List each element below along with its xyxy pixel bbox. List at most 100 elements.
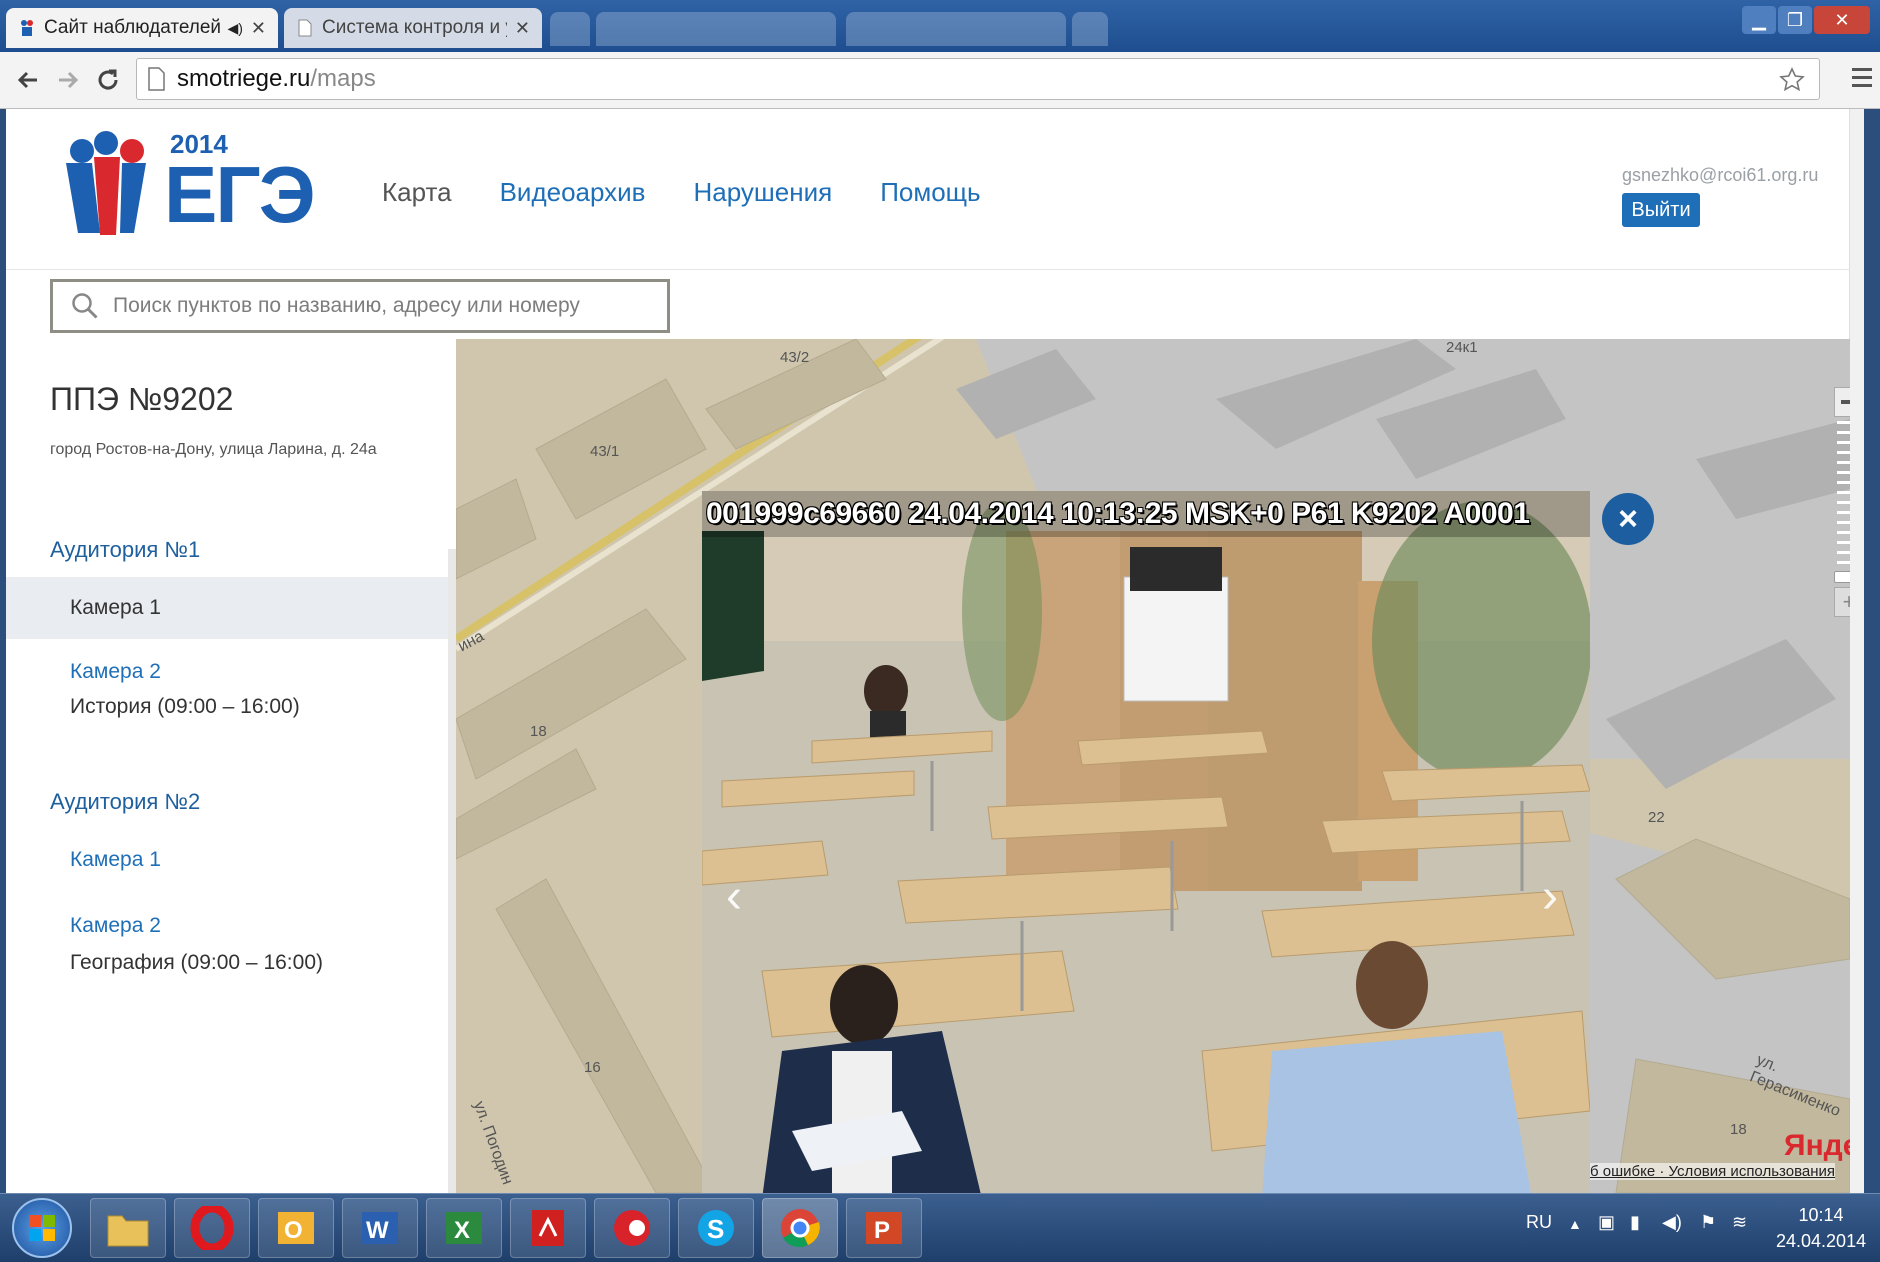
user-email: gsnezhko@rcoi61.org.ru xyxy=(1622,165,1819,185)
page-icon xyxy=(148,67,165,91)
reload-button[interactable] xyxy=(90,62,126,98)
browser-toolbar: smotriege.ru/maps xyxy=(0,52,1880,109)
menu-icon[interactable] xyxy=(1852,64,1874,92)
nav-help[interactable]: Помощь xyxy=(880,177,980,208)
acrobat-icon xyxy=(532,1210,564,1246)
yandex-logo[interactable]: Яндекс xyxy=(1784,1129,1850,1163)
address-bar[interactable]: smotriege.ru/maps xyxy=(136,58,1820,100)
outlook-icon: O xyxy=(278,1212,314,1244)
ege-logo-figures-icon xyxy=(66,131,146,235)
ege-logo[interactable]: 2014 ЕГЭ xyxy=(60,129,316,239)
minimize-button[interactable]: ▁ xyxy=(1742,6,1776,34)
taskbar-opera[interactable] xyxy=(174,1198,250,1258)
nav-violations[interactable]: Нарушения xyxy=(694,177,833,208)
tab-close-icon[interactable]: ✕ xyxy=(515,18,530,39)
url-path: /maps xyxy=(310,65,376,92)
folder-icon xyxy=(107,1215,149,1247)
sidebar-divider xyxy=(448,549,456,1193)
back-button[interactable] xyxy=(10,62,46,98)
tab-active[interactable]: Сайт наблюдателей Е ◀) ✕ xyxy=(6,8,278,48)
clock-date: 24.04.2014 xyxy=(1776,1231,1867,1251)
new-tab-button[interactable] xyxy=(1072,12,1108,46)
tab-inactive[interactable]: Система контроля и упр ✕ xyxy=(284,8,542,48)
video-close-button[interactable]: × xyxy=(1602,493,1654,545)
auditorium-2-label[interactable]: Аудитория №2 xyxy=(50,789,200,815)
flag-icon[interactable]: ⚑ xyxy=(1700,1212,1716,1233)
search-input[interactable] xyxy=(111,293,635,319)
svg-text:X: X xyxy=(454,1217,470,1244)
start-button[interactable] xyxy=(12,1198,72,1258)
tab-close-icon[interactable]: ✕ xyxy=(251,18,266,39)
svg-text:S: S xyxy=(707,1214,724,1244)
camera-video-frame[interactable]: 001999c69660 24.04.2014 10:13:25 MSK+0 P… xyxy=(702,491,1590,1193)
auditorium-2-camera-1[interactable]: Камера 1 xyxy=(6,829,448,891)
svg-text:W: W xyxy=(366,1217,389,1244)
powerpoint-icon: P xyxy=(866,1212,902,1244)
auditorium-1-camera-2[interactable]: Камера 2 xyxy=(6,641,448,703)
video-next-arrow-icon[interactable]: › xyxy=(1542,869,1558,924)
search-box[interactable] xyxy=(50,279,670,333)
page-scrollbar[interactable] xyxy=(1849,109,1864,1193)
windows-logo-icon xyxy=(29,1215,55,1241)
map-area[interactable]: 43/2 43/1 24к1 18 16 22 18 ина ул. Погод… xyxy=(456,339,1850,1193)
language-indicator[interactable]: RU xyxy=(1526,1212,1552,1233)
tab-blurred[interactable] xyxy=(846,12,1066,46)
windows-taskbar: O W X S P RU ▲ ▣ ▮ ◀) ⚑ ≋ 10:14 24.04.20… xyxy=(0,1193,1880,1262)
map-label-16: 16 xyxy=(584,1059,601,1076)
taskbar-acrobat[interactable] xyxy=(510,1198,586,1258)
ppe-title: ППЭ №9202 xyxy=(50,381,234,417)
auditorium-1-camera-1[interactable]: Камера 1 xyxy=(6,577,448,639)
map-footer-links[interactable]: б ошибке · Условия использования xyxy=(1590,1163,1835,1180)
video-prev-arrow-icon[interactable]: ‹ xyxy=(726,869,742,924)
skype-icon: S xyxy=(698,1210,734,1246)
site-header: 2014 ЕГЭ Карта Видеоархив Нарушения Помо… xyxy=(6,109,1850,270)
zoom-out-button[interactable] xyxy=(1834,387,1850,417)
zoom-slider-handle[interactable] xyxy=(1834,571,1850,583)
nav-video-archive[interactable]: Видеоархив xyxy=(500,177,646,208)
taskbar-skype[interactable]: S xyxy=(678,1198,754,1258)
restore-button[interactable]: ❐ xyxy=(1778,6,1812,34)
tab-blurred[interactable] xyxy=(596,12,836,46)
ppe-address: город Ростов-на-Дону, улица Ларина, д. 2… xyxy=(50,441,377,458)
network-icon[interactable]: ▣ xyxy=(1598,1212,1615,1233)
media-app-icon xyxy=(614,1210,650,1246)
word-icon: W xyxy=(362,1212,398,1244)
reload-icon xyxy=(98,69,118,90)
taskbar-media-app[interactable] xyxy=(594,1198,670,1258)
tab-blurred[interactable] xyxy=(550,12,590,46)
close-window-button[interactable]: ✕ xyxy=(1814,6,1870,34)
back-arrow-icon xyxy=(17,71,37,89)
volume-icon[interactable]: ◀) xyxy=(1662,1212,1682,1233)
logout-button[interactable]: Выйти xyxy=(1622,193,1700,227)
page-icon xyxy=(298,19,312,37)
tray-expand-icon[interactable]: ▲ xyxy=(1568,1216,1582,1232)
logo-text: ЕГЭ xyxy=(164,150,316,239)
taskbar-chrome[interactable] xyxy=(762,1198,838,1258)
ege-favicon-icon xyxy=(21,20,33,36)
nav-map[interactable]: Карта xyxy=(382,177,452,208)
zoom-in-button[interactable]: + xyxy=(1834,587,1850,617)
bookmark-star-icon[interactable] xyxy=(1779,67,1805,93)
battery-icon[interactable]: ▮ xyxy=(1630,1212,1640,1233)
web-page: 2014 ЕГЭ Карта Видеоархив Нарушения Помо… xyxy=(6,109,1864,1193)
close-icon: × xyxy=(1618,499,1638,538)
taskbar-explorer[interactable] xyxy=(90,1198,166,1258)
taskbar-word[interactable]: W xyxy=(342,1198,418,1258)
zoom-slider[interactable] xyxy=(1837,421,1850,571)
map-zoom-control: + xyxy=(1834,387,1850,617)
excel-icon: X xyxy=(446,1212,482,1244)
wifi-icon[interactable]: ≋ xyxy=(1732,1212,1747,1233)
taskbar-excel[interactable]: X xyxy=(426,1198,502,1258)
taskbar-clock[interactable]: 10:14 24.04.2014 xyxy=(1776,1202,1866,1254)
taskbar-powerpoint[interactable]: P xyxy=(846,1198,922,1258)
map-label-18: 18 xyxy=(530,723,547,740)
map-label-43-2: 43/2 xyxy=(780,349,810,366)
plus-icon: + xyxy=(1842,589,1850,614)
classroom-video-image xyxy=(702,491,1590,1193)
svg-text:P: P xyxy=(874,1217,890,1244)
forward-button[interactable] xyxy=(50,62,86,98)
auditorium-2-camera-2[interactable]: Камера 2 xyxy=(6,895,448,957)
video-timestamp-overlay: 001999c69660 24.04.2014 10:13:25 MSK+0 P… xyxy=(702,491,1590,537)
auditorium-1-label[interactable]: Аудитория №1 xyxy=(50,537,200,563)
taskbar-outlook[interactable]: O xyxy=(258,1198,334,1258)
